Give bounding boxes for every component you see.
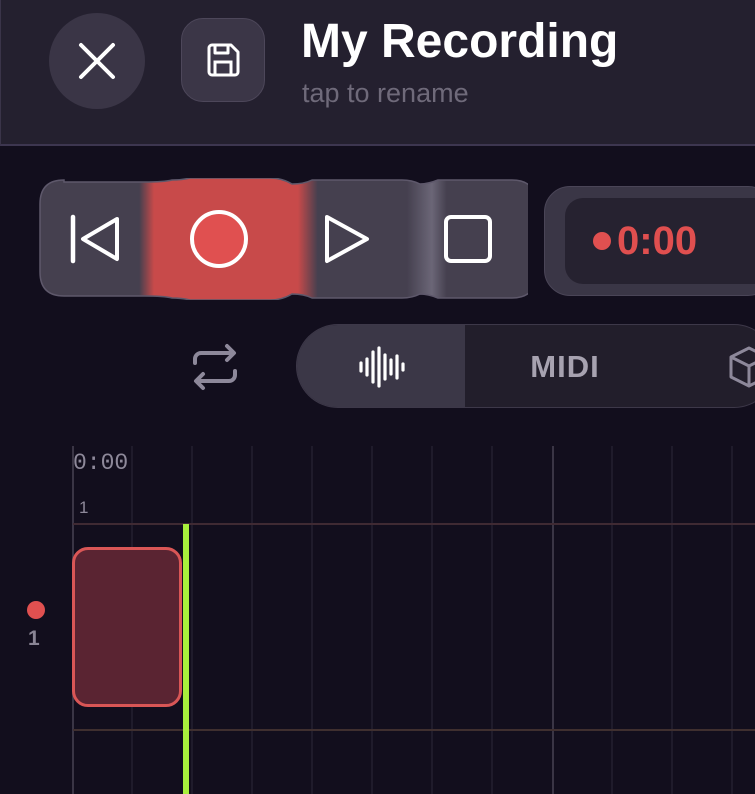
- timer-inner: 0:00: [565, 198, 755, 284]
- tab-cube[interactable]: [727, 345, 755, 389]
- floppy-disk-icon: [207, 43, 240, 77]
- tab-audio[interactable]: [297, 325, 465, 407]
- play-icon: [325, 215, 369, 263]
- stop-icon: [444, 215, 492, 263]
- record-button[interactable]: [154, 178, 284, 300]
- ruler-bar-number: 1: [79, 498, 89, 517]
- rename-hint: tap to rename: [302, 78, 469, 108]
- mode-selector: MIDI: [296, 324, 755, 408]
- recording-indicator-dot: [593, 232, 611, 250]
- close-button[interactable]: [49, 13, 145, 109]
- waveform-icon: [359, 346, 405, 388]
- track-number: 1: [28, 627, 40, 650]
- header-bar: My Recording tap to rename: [0, 0, 755, 146]
- loop-icon: [193, 344, 237, 390]
- timer-value: 0:00: [617, 218, 698, 263]
- recording-title[interactable]: My Recording: [301, 14, 618, 69]
- tab-midi[interactable]: MIDI: [465, 325, 665, 407]
- timer-display[interactable]: 0:00: [544, 186, 755, 296]
- close-icon: [79, 43, 115, 79]
- loop-button[interactable]: [186, 338, 244, 396]
- playhead[interactable]: [183, 524, 189, 794]
- skip-to-start-icon: [70, 214, 119, 264]
- skip-back-button[interactable]: [36, 178, 154, 300]
- record-icon: [190, 210, 248, 268]
- stop-button[interactable]: [408, 178, 528, 300]
- cube-icon: [729, 346, 755, 388]
- save-button[interactable]: [181, 18, 265, 102]
- track-arm-indicator[interactable]: [27, 601, 45, 619]
- play-button[interactable]: [284, 178, 408, 300]
- ruler-time-label: 0:00: [73, 450, 129, 476]
- transport-controls: [36, 178, 528, 300]
- recording-clip[interactable]: [72, 547, 182, 707]
